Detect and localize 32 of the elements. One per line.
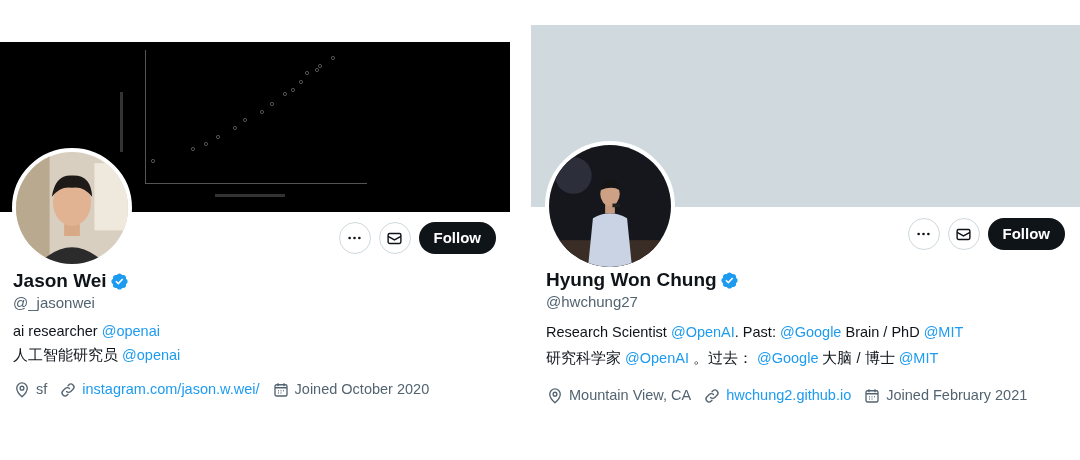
profile-handle: @hwchung27	[546, 292, 639, 312]
follow-button[interactable]: Follow	[418, 222, 496, 254]
mention-link[interactable]: @OpenAI	[625, 350, 689, 366]
joined-date: Joined February 2021	[886, 386, 1028, 405]
link-icon	[59, 380, 78, 399]
profile-name: Jason Wei	[13, 269, 107, 293]
profile-name: Hyung Won Chung	[546, 268, 717, 292]
mention-link[interactable]: @OpenAI	[670, 324, 735, 340]
bio-text: ai researcher @openai	[13, 322, 161, 341]
mention-link[interactable]: @openai	[101, 323, 160, 339]
profile-handle: @_jasonwei	[13, 293, 96, 313]
follow-button[interactable]: Follow	[987, 218, 1065, 250]
more-icon	[917, 232, 930, 236]
location-pin-icon	[13, 380, 31, 399]
website-link[interactable]: instagram.com/jason.w.wei/	[82, 379, 260, 401]
calendar-icon	[271, 380, 290, 399]
location-text: sf	[36, 380, 48, 399]
location-text: Mountain View, CA	[569, 386, 692, 405]
bio-text: 人工智能研究员 @openai	[13, 346, 182, 365]
calendar-icon	[863, 386, 882, 405]
website-link[interactable]: hwchung2.github.io	[726, 385, 852, 407]
joined-date: Joined October 2020	[294, 380, 430, 399]
bio-text: Research Scientist @OpenAI. Past: @Google Brain / PhD @MIT	[546, 323, 965, 342]
mention-link[interactable]: @MIT	[898, 350, 939, 366]
link-icon	[703, 386, 722, 405]
location-pin-icon	[546, 386, 564, 405]
mention-link[interactable]: @Google	[779, 324, 842, 340]
mention-link[interactable]: @openai	[122, 347, 181, 363]
more-icon	[348, 236, 361, 240]
mention-link[interactable]: @Google	[757, 350, 819, 366]
mention-link[interactable]: @MIT	[923, 324, 964, 340]
bio-text: 研究科学家 @OpenAI 。过去： @Google 大脑 / 博士 @MIT	[546, 349, 940, 368]
